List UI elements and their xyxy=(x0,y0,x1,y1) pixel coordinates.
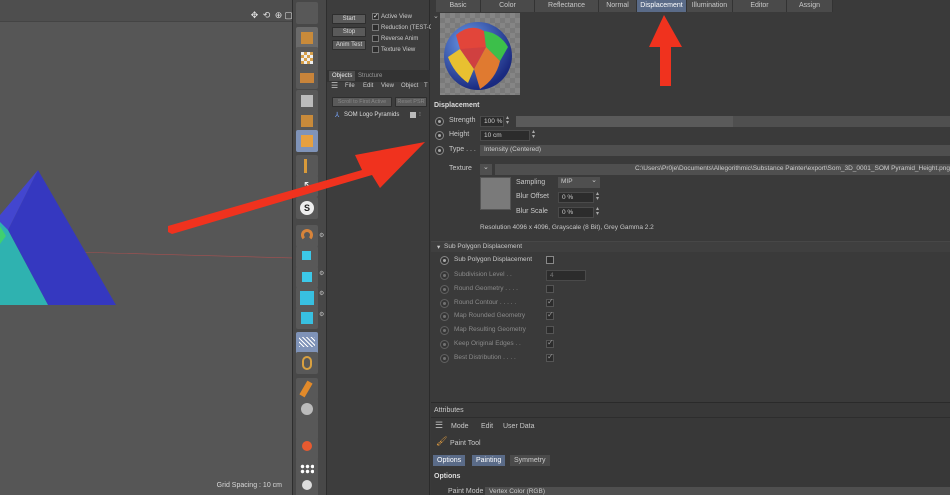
annotation-overlay xyxy=(168,15,682,234)
red-arrow-up xyxy=(649,15,682,86)
red-arrow-diagonal xyxy=(168,142,425,234)
